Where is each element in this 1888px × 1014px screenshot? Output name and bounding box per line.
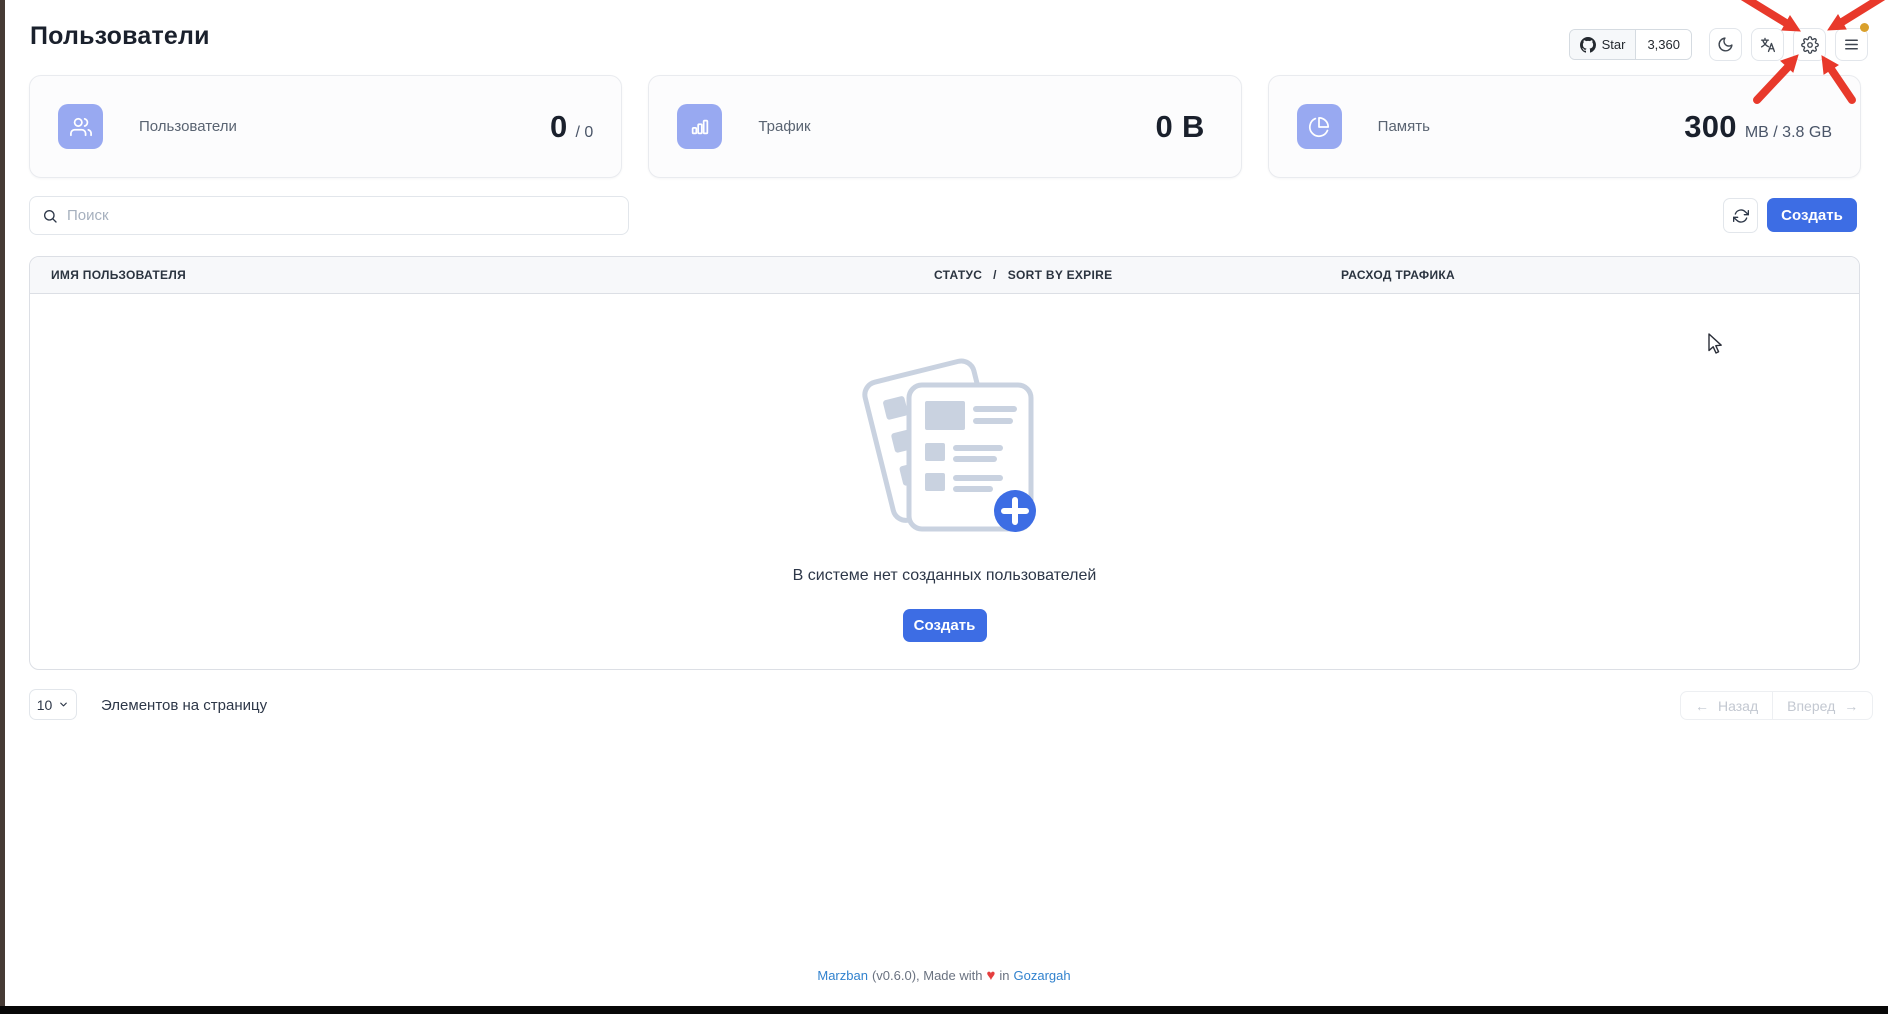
refresh-icon	[1733, 208, 1749, 224]
gozargah-link[interactable]: Gozargah	[1014, 968, 1071, 983]
page-size-value: 10	[37, 697, 53, 713]
empty-state-create-button[interactable]: Создать	[903, 609, 987, 642]
stat-card-label: Трафик	[758, 118, 810, 135]
empty-state-message: В системе нет созданных пользователей	[793, 567, 1097, 585]
plus-circle-icon	[994, 490, 1036, 532]
notification-dot	[1860, 23, 1869, 32]
github-logo-icon	[1580, 37, 1596, 53]
gear-icon	[1801, 36, 1819, 54]
github-star-widget[interactable]: Star 3,360	[1569, 29, 1692, 60]
pie-chart-icon	[1297, 104, 1342, 149]
window-bottom-edge	[0, 1006, 1888, 1014]
footer-version-text: (v0.6.0), Made with	[872, 968, 983, 983]
column-header-traffic[interactable]: РАСХОД ТРАФИКА	[1341, 268, 1859, 282]
translate-icon	[1759, 36, 1777, 54]
github-star-button[interactable]: Star	[1570, 30, 1637, 59]
stat-card-label: Пользователи	[139, 118, 237, 135]
users-table: ИМЯ ПОЛЬЗОВАТЕЛЯ СТАТУС / SORT BY EXPIRE…	[29, 256, 1860, 670]
arrow-left-icon: ←	[1695, 698, 1709, 714]
moon-icon	[1717, 36, 1734, 53]
users-icon	[58, 104, 103, 149]
stat-card-suffix: / 0	[576, 124, 594, 142]
theme-toggle-button[interactable]	[1709, 28, 1742, 61]
github-star-count[interactable]: 3,360	[1636, 30, 1691, 59]
stat-card-traffic: Трафик 0 B	[648, 75, 1241, 178]
marzban-link[interactable]: Marzban	[817, 968, 868, 983]
hamburger-icon	[1843, 36, 1860, 53]
page-size-select[interactable]: 10	[29, 689, 77, 720]
search-field[interactable]	[29, 196, 629, 235]
create-user-button[interactable]: Создать	[1767, 198, 1857, 232]
refresh-button[interactable]	[1723, 198, 1758, 233]
empty-documents-illustration	[837, 351, 1052, 541]
prev-page-button[interactable]: ← Назад	[1680, 691, 1773, 720]
marzban-users-page: Пользователи Star 3,360	[0, 0, 1888, 1014]
column-header-status-sort-expire[interactable]: СТАТУС / SORT BY EXPIRE	[934, 268, 1341, 282]
arrow-right-icon: →	[1844, 698, 1858, 714]
stat-cards: Пользователи 0 / 0 Трафик 0 B Память 300	[29, 75, 1861, 178]
github-star-label: Star	[1602, 37, 1626, 52]
language-button[interactable]	[1751, 28, 1784, 61]
next-page-button[interactable]: Вперед →	[1773, 691, 1873, 720]
stat-card-label: Память	[1378, 118, 1430, 135]
column-header-username[interactable]: ИМЯ ПОЛЬЗОВАТЕЛЯ	[30, 268, 934, 282]
per-page-label: Элементов на страницу	[101, 697, 267, 714]
settings-button[interactable]	[1793, 28, 1826, 61]
window-left-edge	[0, 0, 5, 1014]
heart-icon: ♥	[987, 968, 996, 983]
stat-card-value: 0	[550, 109, 568, 145]
users-table-empty-state: В системе нет созданных пользователей Со…	[30, 294, 1859, 669]
stat-card-users: Пользователи 0 / 0	[29, 75, 622, 178]
page-title: Пользователи	[30, 22, 210, 51]
bar-chart-icon	[677, 104, 722, 149]
menu-button[interactable]	[1835, 28, 1868, 61]
stat-card-value: 300	[1684, 109, 1737, 145]
users-table-header: ИМЯ ПОЛЬЗОВАТЕЛЯ СТАТУС / SORT BY EXPIRE…	[30, 257, 1859, 294]
prev-page-label: Назад	[1718, 698, 1758, 714]
footer: Marzban (v0.6.0), Made with ♥ in Gozarga…	[0, 968, 1888, 983]
next-page-label: Вперед	[1787, 698, 1835, 714]
footer-in-text: in	[999, 968, 1009, 983]
topbar-controls: Star 3,360	[1569, 28, 1868, 61]
chevron-down-icon	[58, 699, 69, 710]
search-icon	[42, 208, 58, 224]
stat-card-value: 0 B	[1156, 109, 1205, 145]
pager: ← Назад Вперед →	[1680, 691, 1873, 720]
search-input[interactable]	[67, 207, 616, 224]
stat-card-suffix: MB / 3.8 GB	[1745, 124, 1832, 142]
stat-card-memory: Память 300 MB / 3.8 GB	[1268, 75, 1861, 178]
